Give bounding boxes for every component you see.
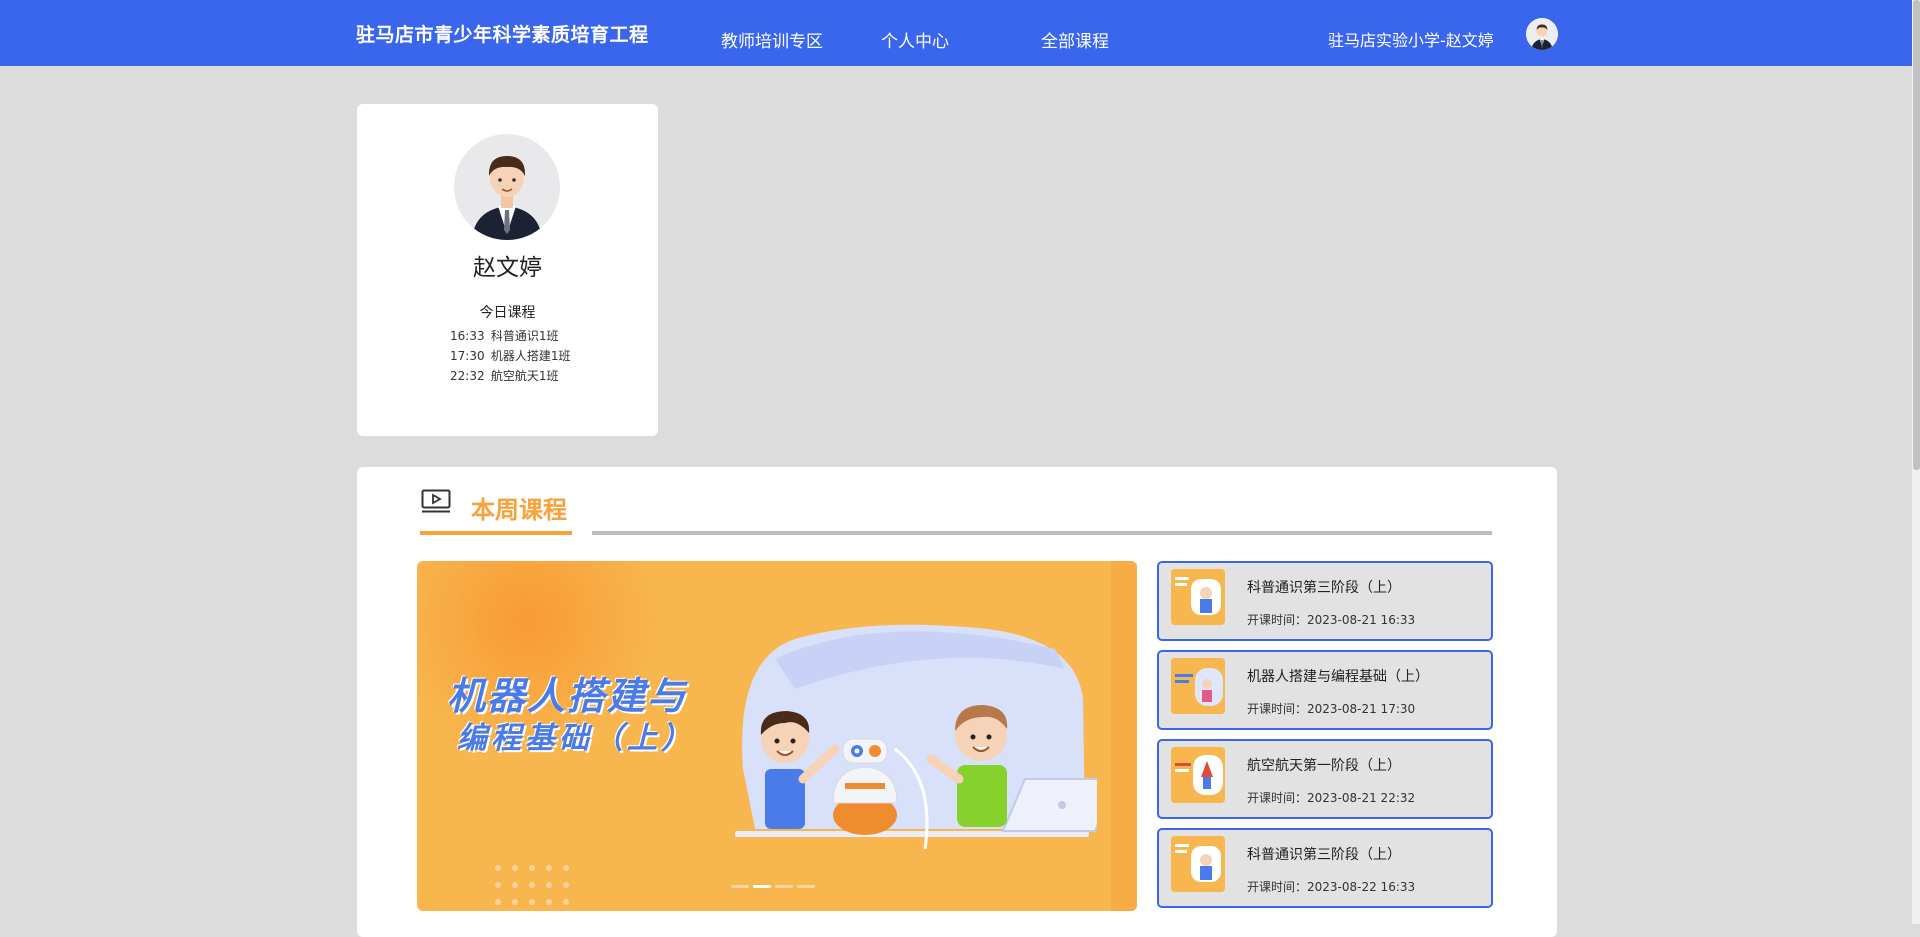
course-title: 科普通识第三阶段（上） <box>1247 847 1401 863</box>
carousel-page-dot[interactable] <box>753 885 771 888</box>
today-courses-list: 16:33 科普通识1班 17:30 机器人搭建1班 22:32 航空航天1班 <box>450 326 570 386</box>
course-start-time: 开课时间：2023-08-22 16:33 <box>1247 880 1416 894</box>
user-avatar-icon[interactable] <box>1526 18 1558 50</box>
section-divider <box>592 531 1492 535</box>
today-course-name: 航空航天1班 <box>490 369 559 383</box>
teacher-name: 赵文婷 <box>473 255 542 281</box>
today-course-time: 22:32 <box>450 369 485 383</box>
carousel-page-dot[interactable] <box>775 885 793 888</box>
banner-kids-robot-illustration <box>735 619 1119 855</box>
nav-teacher-training[interactable]: 教师培训专区 <box>721 27 823 52</box>
course-start-time: 开课时间：2023-08-21 22:32 <box>1247 791 1416 805</box>
banner-edge-stripe <box>1111 561 1137 911</box>
today-courses-title: 今日课程 <box>479 305 536 321</box>
course-list-item[interactable]: 航空航天第一阶段（上） 开课时间：2023-08-21 22:32 <box>1157 739 1493 819</box>
carousel-page-dot[interactable] <box>797 885 815 888</box>
carousel-pagination[interactable] <box>731 885 815 888</box>
course-thumbnail <box>1171 836 1225 892</box>
today-course-time: 17:30 <box>450 349 485 363</box>
profile-card: 赵文婷 今日课程 16:33 科普通识1班 17:30 机器人搭建1班 22:3… <box>357 104 658 436</box>
today-course-item: 17:30 机器人搭建1班 <box>450 346 570 366</box>
course-thumbnail <box>1171 658 1225 714</box>
video-play-icon <box>421 489 451 513</box>
today-course-time: 16:33 <box>450 329 485 343</box>
course-list-item[interactable]: 机器人搭建与编程基础（上） 开课时间：2023-08-21 17:30 <box>1157 650 1493 730</box>
today-course-name: 科普通识1班 <box>490 329 559 343</box>
course-title: 机器人搭建与编程基础（上） <box>1247 669 1429 685</box>
course-title: 航空航天第一阶段（上） <box>1247 758 1401 774</box>
carousel-page-dot[interactable] <box>731 885 749 888</box>
site-title[interactable]: 驻马店市青少年科学素质培育工程 <box>356 20 649 47</box>
today-course-item: 22:32 航空航天1班 <box>450 366 570 386</box>
today-course-item: 16:33 科普通识1班 <box>450 326 570 346</box>
banner-title-line1: 机器人搭建与 <box>447 674 688 718</box>
course-thumbnail <box>1171 747 1225 803</box>
page-scrollbar-thumb[interactable] <box>1913 0 1920 470</box>
course-title: 科普通识第三阶段（上） <box>1247 580 1401 596</box>
banner-title-line2: 编程基础（上） <box>457 721 695 756</box>
teacher-avatar <box>454 134 560 240</box>
course-list-item[interactable]: 科普通识第三阶段（上） 开课时间：2023-08-22 16:33 <box>1157 828 1493 908</box>
weekly-courses-title[interactable]: 本周课程 <box>471 490 567 525</box>
nav-all-courses[interactable]: 全部课程 <box>1041 27 1109 52</box>
top-navigation-bar: 驻马店市青少年科学素质培育工程 教师培训专区 个人中心 全部课程 驻马店实验小学… <box>0 0 1912 66</box>
weekly-courses-panel: 本周课程 机器人搭建与 编程基础（上） 科普通识第三阶段（上） 开课时间：202… <box>357 467 1557 937</box>
nav-personal-center[interactable]: 个人中心 <box>881 27 949 52</box>
banner-dot-pattern <box>493 863 583 911</box>
course-banner-carousel[interactable]: 机器人搭建与 编程基础（上） <box>417 561 1137 911</box>
course-start-time: 开课时间：2023-08-21 17:30 <box>1247 702 1416 716</box>
course-list-item[interactable]: 科普通识第三阶段（上） 开课时间：2023-08-21 16:33 <box>1157 561 1493 641</box>
tab-active-underline <box>420 531 572 535</box>
course-start-time: 开课时间：2023-08-21 16:33 <box>1247 613 1416 627</box>
user-label[interactable]: 驻马店实验小学-赵文婷 <box>1328 27 1494 51</box>
course-thumbnail <box>1171 569 1225 625</box>
today-course-name: 机器人搭建1班 <box>490 349 571 363</box>
